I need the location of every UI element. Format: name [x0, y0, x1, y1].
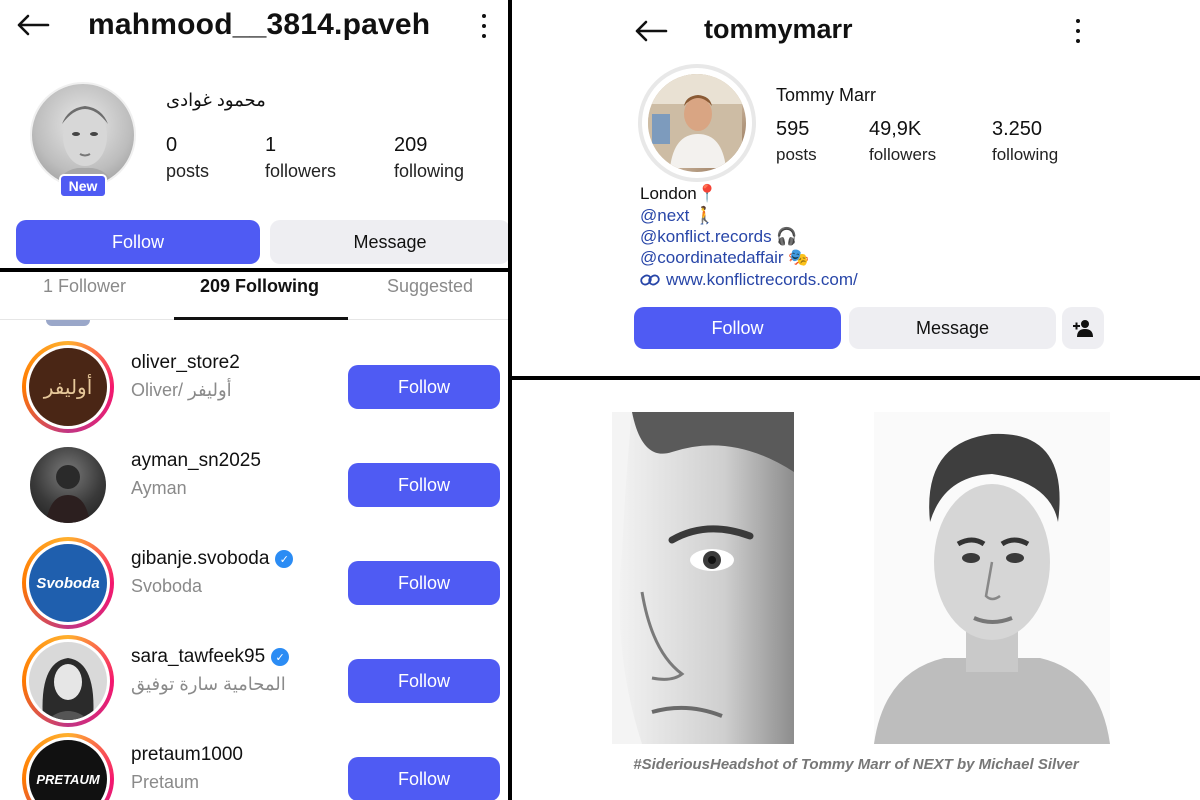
- avatar[interactable]: [30, 447, 106, 523]
- list-item-subtitle: Svoboda: [131, 576, 203, 596]
- stat-value: 3.250: [992, 118, 1043, 140]
- bio-threads-link[interactable]: @next 🚶: [640, 206, 715, 226]
- message-button[interactable]: Message: [849, 307, 1056, 349]
- stat-following[interactable]: 3.250 following: [992, 118, 1058, 165]
- story-ring[interactable]: [22, 635, 114, 727]
- stat-following[interactable]: 209 following: [394, 134, 464, 182]
- username-text: pretaum1000: [131, 744, 243, 765]
- stat-label: following: [394, 161, 465, 181]
- story-ring[interactable]: Svoboda: [22, 537, 114, 629]
- stat-label: posts: [776, 145, 817, 164]
- headshot-photo-portrait: [874, 412, 1110, 744]
- avatar: PRETAUM: [29, 740, 107, 800]
- list-item[interactable]: Svoboda gibanje.svoboda ✓ Svoboda Follow: [0, 534, 508, 632]
- list-item-username: pretaum1000: [131, 744, 243, 766]
- verified-icon: ✓: [271, 648, 290, 666]
- avatar: Svoboda: [29, 544, 107, 622]
- add-person-button[interactable]: [1062, 307, 1104, 349]
- partial-avatar: [46, 320, 90, 326]
- following-list-panel: 1 Follower 209 Following Suggested أوليف…: [0, 272, 508, 800]
- bio-location: London📍: [640, 184, 718, 203]
- arrow-left-icon[interactable]: [16, 14, 50, 36]
- avatar: [29, 642, 107, 720]
- follow-button[interactable]: Follow: [634, 307, 841, 349]
- username-text: oliver_store2: [131, 352, 240, 373]
- follow-tabs: 1 Follower 209 Following Suggested: [0, 272, 508, 320]
- list-item-username: gibanje.svoboda ✓: [131, 548, 294, 570]
- new-badge: New: [59, 174, 107, 198]
- bio-website[interactable]: www.konflictrecords.com/: [640, 270, 858, 290]
- stat-followers[interactable]: 49,9K followers: [869, 118, 936, 165]
- add-person-icon: [1073, 320, 1093, 337]
- left-horizontal-divider: [0, 268, 508, 272]
- tab-suggested[interactable]: Suggested: [387, 276, 473, 297]
- list-item-subtitle: Pretaum: [131, 772, 200, 792]
- avatar: أوليفر: [29, 348, 107, 426]
- website-text: www.konflictrecords.com/: [666, 270, 858, 289]
- right-horizontal-divider: [512, 376, 1200, 380]
- follow-button[interactable]: Follow: [348, 463, 500, 507]
- stat-value: 595: [776, 118, 810, 140]
- profile-display-name: Tommy Marr: [776, 85, 876, 105]
- avatar[interactable]: [30, 82, 136, 188]
- message-button[interactable]: Message: [270, 220, 508, 264]
- list-item[interactable]: PRETAUM pretaum1000 Pretaum Follow: [0, 730, 508, 800]
- tab-followers[interactable]: 1 Follower: [43, 276, 126, 297]
- username-text: gibanje.svoboda: [131, 548, 270, 569]
- story-ring[interactable]: PRETAUM: [22, 733, 114, 800]
- follow-button[interactable]: Follow: [16, 220, 260, 264]
- list-item-subtitle: Oliver/ أوليفر: [131, 380, 232, 400]
- username-text: ayman_sn2025: [131, 450, 261, 471]
- list-item-username: oliver_store2: [131, 352, 240, 374]
- profile-header-tommymarr: tommymarr Tommy Marr 595 posts 49,9K fol…: [512, 0, 1200, 376]
- stat-label: following: [992, 145, 1059, 164]
- bio-threads-link[interactable]: @konflict.records 🎧: [640, 227, 797, 247]
- bio-threads-link[interactable]: @coordinatedaffair 🎭: [640, 248, 809, 268]
- more-vertical-icon[interactable]: [1074, 19, 1082, 43]
- more-vertical-icon[interactable]: [480, 14, 488, 38]
- username-text: sara_tawfeek95: [131, 646, 266, 667]
- story-ring[interactable]: أوليفر: [22, 341, 114, 433]
- verified-icon: ✓: [275, 550, 294, 568]
- follow-button[interactable]: Follow: [348, 757, 500, 800]
- headshot-photo-panel: #SideriousHeadshot of Tommy Marr of NEXT…: [512, 380, 1200, 800]
- stat-value: 49,9K: [869, 118, 922, 140]
- link-icon: [640, 274, 660, 286]
- vertical-divider: [508, 0, 512, 800]
- tab-following[interactable]: 209 Following: [200, 276, 319, 297]
- stat-value: 209: [394, 134, 428, 156]
- list-item[interactable]: أوليفر oliver_store2 Oliver/ أوليفر Foll…: [0, 338, 508, 436]
- active-tab-indicator: [174, 317, 348, 320]
- stat-value: 0: [166, 134, 178, 156]
- list-item-subtitle: المحامية سارة توفيق: [131, 674, 286, 694]
- profile-username: tommymarr: [704, 14, 853, 44]
- stat-label: followers: [869, 145, 937, 164]
- headshot-photo-closeup: [612, 412, 794, 744]
- stat-followers[interactable]: 1 followers: [265, 134, 336, 182]
- profile-display-name: محمود غوادی: [166, 90, 266, 110]
- stat-label: followers: [265, 161, 337, 181]
- follow-button[interactable]: Follow: [348, 659, 500, 703]
- stat-posts[interactable]: 0 posts: [166, 134, 209, 182]
- list-item-username: sara_tawfeek95 ✓: [131, 646, 290, 668]
- stat-posts[interactable]: 595 posts: [776, 118, 817, 165]
- stat-label: posts: [166, 161, 210, 181]
- avatar[interactable]: [638, 64, 756, 182]
- list-item-username: ayman_sn2025: [131, 450, 261, 472]
- list-item[interactable]: ayman_sn2025 Ayman Follow: [0, 436, 508, 534]
- follow-button[interactable]: Follow: [348, 365, 500, 409]
- arrow-left-icon[interactable]: [634, 20, 668, 42]
- profile-username: mahmood__3814.paveh: [88, 8, 431, 41]
- follow-button[interactable]: Follow: [348, 561, 500, 605]
- stat-value: 1: [265, 134, 277, 156]
- photo-caption: #SideriousHeadshot of Tommy Marr of NEXT…: [633, 756, 1079, 773]
- profile-header-mahmood: mahmood__3814.paveh New محمود غوادی 0 po…: [0, 0, 508, 268]
- list-item-subtitle: Ayman: [131, 478, 187, 498]
- list-item[interactable]: sara_tawfeek95 ✓ المحامية سارة توفيق Foll…: [0, 632, 508, 730]
